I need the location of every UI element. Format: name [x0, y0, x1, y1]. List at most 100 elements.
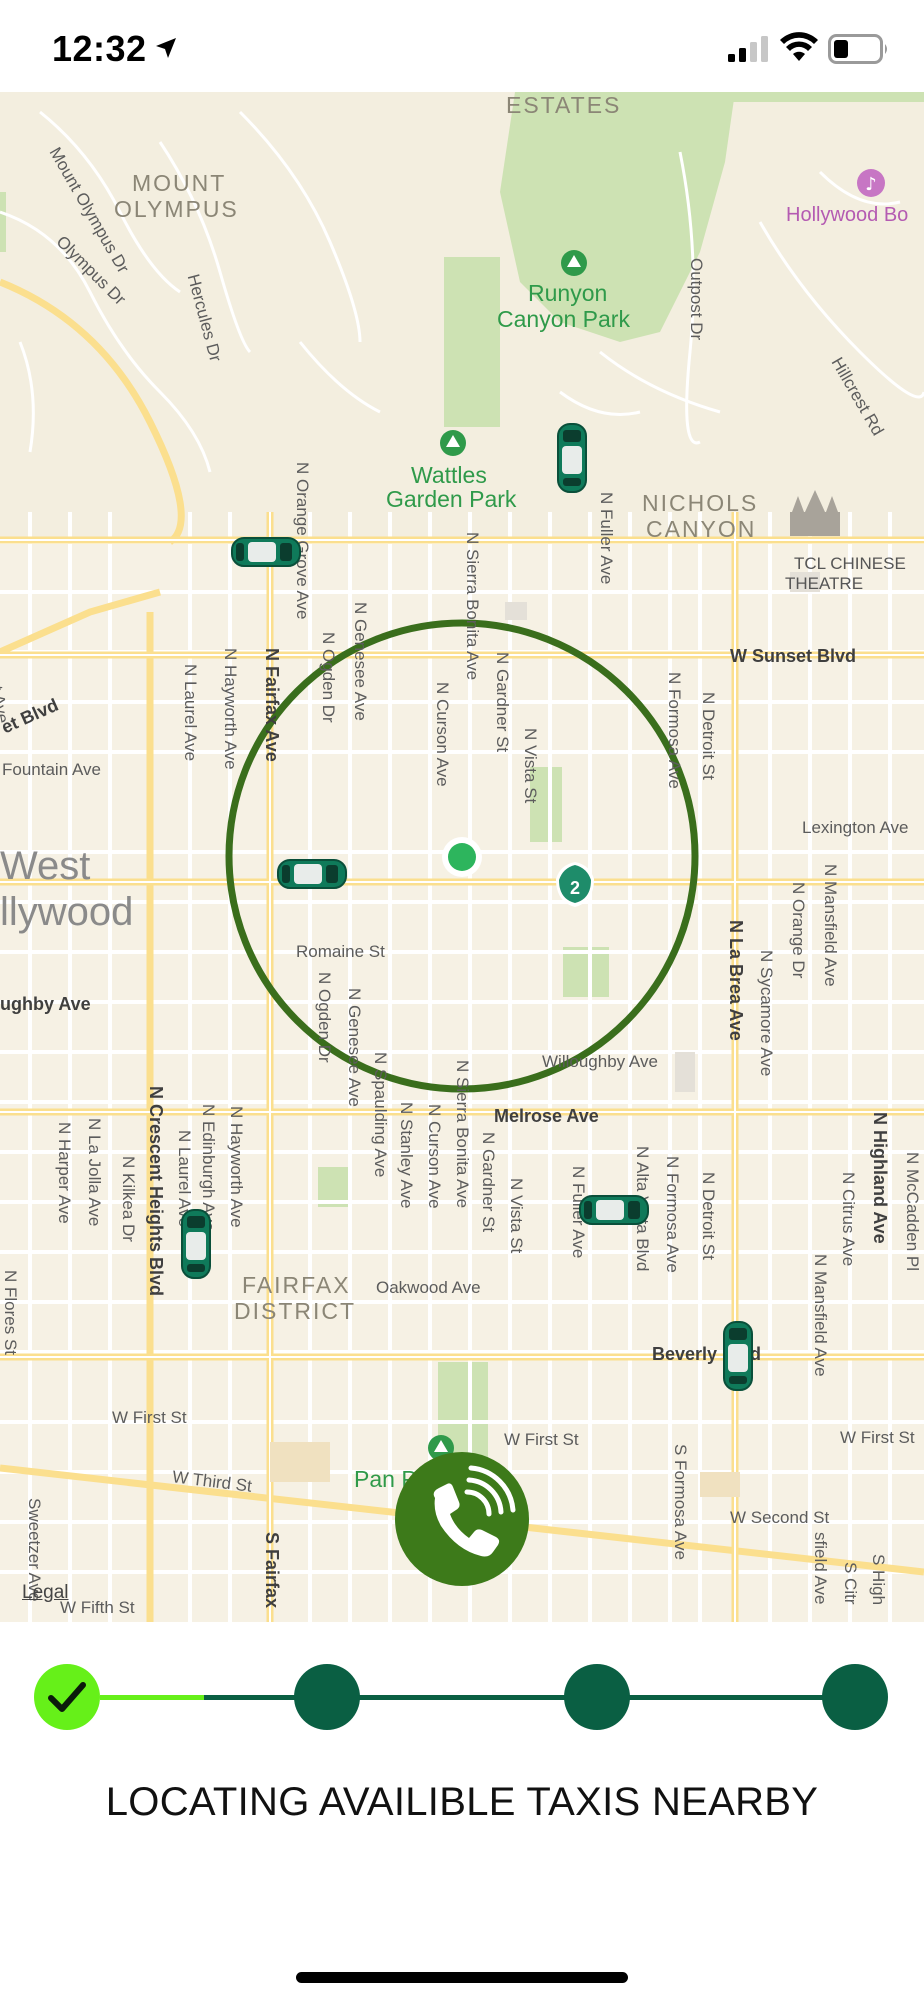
- poi-tcl-line1: TCL CHINESE: [794, 554, 906, 573]
- street-n-genesee-ave-2: N Genesee Ave: [345, 988, 364, 1107]
- street-n-crescent-heights-blvd: N Crescent Heights Blvd: [146, 1086, 166, 1297]
- street-n-mccadden-pl: N McCadden Pl: [903, 1152, 922, 1272]
- district-estates: ESTATES: [506, 92, 622, 118]
- progress-steps: [0, 1622, 924, 1772]
- street-w-fifth-st: W Fifth St: [60, 1598, 135, 1617]
- street-w-sunset-blvd: W Sunset Blvd: [730, 646, 857, 666]
- street-n-hayworth-ave-2: N Hayworth Ave: [227, 1106, 246, 1228]
- street-willoughby-ave-2: Willoughby Ave: [542, 1052, 658, 1071]
- status-time: 12:32: [52, 28, 147, 69]
- status-message: LOCATING AVAILIBLE TAXIS NEARBY: [105, 1780, 819, 1824]
- street-n-curson-ave: N Curson Ave: [433, 682, 452, 787]
- street-n-spaulding-ave: N Spaulding Ave: [371, 1052, 390, 1178]
- street-n-stanley-ave: N Stanley Ave: [397, 1102, 416, 1209]
- street-n-sierra-bonita-ave-2: N Sierra Bonita Ave: [453, 1060, 472, 1209]
- location-arrow-icon: [156, 38, 176, 58]
- street-s-mansfield: sfield Ave: [811, 1532, 830, 1605]
- street-n-highland-ave: N Highland Ave: [870, 1112, 890, 1244]
- checkmark-icon: [48, 1682, 86, 1712]
- district-fairfax-line1: FAIRFAX: [242, 1272, 351, 1298]
- taxi-car-icon[interactable]: [276, 856, 348, 892]
- street-melrose-ave: Melrose Ave: [494, 1106, 599, 1126]
- street-n-mansfield-ave: N Mansfield Ave: [821, 864, 840, 987]
- runyon-park-pin: [561, 250, 587, 276]
- street-n-harper-ave: N Harper Ave: [55, 1122, 74, 1224]
- park-runyon-line2: Canyon Park: [497, 306, 630, 332]
- street-oakwood-ave: Oakwood Ave: [376, 1278, 481, 1297]
- user-location-dot: [448, 843, 476, 871]
- district-fairfax-line2: DISTRICT: [234, 1298, 357, 1324]
- park-wattles-line1: Wattles: [411, 462, 487, 488]
- area-west: West: [0, 844, 91, 888]
- svg-text:♪: ♪: [865, 174, 877, 195]
- progress-step-4: [822, 1664, 888, 1730]
- street-s-highland: S High: [869, 1554, 888, 1606]
- street-n-mansfield-ave-2: N Mansfield Ave: [811, 1254, 830, 1377]
- street-w-first-st-left: W First St: [112, 1408, 187, 1427]
- street-lexington-ave: Lexington Ave: [802, 818, 909, 837]
- call-taxi-button[interactable]: [395, 1452, 529, 1586]
- street-n-genesee-ave: N Genesee Ave: [351, 602, 370, 721]
- street-s-citrus: S Citr: [841, 1562, 860, 1605]
- street-n-citrus-ave: N Citrus Ave: [839, 1172, 858, 1267]
- poi-tcl-line2: THEATRE: [784, 574, 864, 593]
- street-n-vista-st: N Vista St: [521, 728, 540, 804]
- cellular-signal-icon: [728, 36, 768, 62]
- wattles-park-pin: [440, 430, 466, 456]
- street-n-vista-st-2: N Vista St: [507, 1178, 526, 1254]
- street-w-first-st-right: W First St: [840, 1428, 915, 1447]
- street-n-la-jolla-ave: N La Jolla Ave: [85, 1118, 104, 1227]
- progress-step-3: [564, 1664, 630, 1730]
- street-outpost-dr: Outpost Dr: [687, 258, 788, 340]
- progress-step-2: [294, 1664, 360, 1730]
- phone-ringing-icon: [433, 1465, 516, 1557]
- map-base: ♪: [0, 92, 924, 1622]
- street-n-curson-ave-2: N Curson Ave: [425, 1104, 444, 1209]
- street-n-hayworth-ave: N Hayworth Ave: [221, 648, 240, 770]
- wattles-park-area: [444, 257, 500, 427]
- street-n-la-brea-ave: N La Brea Ave: [726, 920, 746, 1041]
- taxi-car-icon[interactable]: [230, 534, 302, 570]
- map-view[interactable]: ♪ 2 ESTATES MOUNT OLYMPUS NICHOLS CANYON…: [0, 92, 924, 1622]
- area-hollywood: llywood: [0, 890, 134, 934]
- taxi-car-icon[interactable]: [178, 1208, 214, 1280]
- street-n-gardner-st: N Gardner St: [493, 652, 512, 753]
- street-n-laurel-ave: N Laurel Ave: [181, 664, 200, 762]
- battery-icon: [828, 34, 887, 64]
- progress-step-1: [34, 1664, 100, 1730]
- taxi-car-icon[interactable]: [578, 1192, 650, 1228]
- park-wattles-line2: Garden Park: [386, 486, 517, 512]
- district-nichols-canyon-line2: CANYON: [646, 516, 757, 542]
- street-s-formosa-ave: S Formosa Ave: [671, 1444, 690, 1560]
- street-fountain-ave: Fountain Ave: [2, 760, 101, 779]
- street-n-orange-dr: N Orange Dr: [789, 882, 808, 979]
- route-shield-number: 2: [569, 878, 580, 898]
- street-w-second-st: W Second St: [730, 1508, 830, 1527]
- street-s-fairfax: S Fairfax: [262, 1532, 282, 1609]
- wifi-icon: [780, 32, 818, 61]
- map-legal-link[interactable]: Legal: [22, 1582, 69, 1604]
- street-n-ogden-dr-2: N Ogden Dr: [315, 972, 334, 1063]
- street-n-gardner-st-2: N Gardner St: [479, 1132, 498, 1233]
- district-mount-olympus-line1: MOUNT: [132, 170, 227, 196]
- street-n-sierra-bonita-ave: N Sierra Bonita Ave: [463, 532, 482, 681]
- street-n-detroit-st: N Detroit St: [699, 692, 718, 780]
- taxi-car-icon[interactable]: [720, 1320, 756, 1392]
- music-venue-pin: ♪: [857, 169, 885, 197]
- street-romaine-st: Romaine St: [296, 942, 385, 961]
- street-outpost-dr-text: Outpost Dr: [687, 258, 706, 341]
- street-n-formosa-ave-2: N Formosa Ave: [663, 1156, 682, 1273]
- street-w-first-st-mid: W First St: [504, 1430, 579, 1449]
- street-n-ogden-dr: N Ogden Dr: [319, 632, 338, 723]
- street-n-fuller-ave: N Fuller Ave: [597, 492, 616, 585]
- street-n-flores-st: N Flores St: [1, 1270, 20, 1356]
- taxi-car-icon[interactable]: [554, 422, 590, 494]
- street-n-sycamore-ave: N Sycamore Ave: [757, 950, 776, 1077]
- street-willoughby-ave: ughby Ave: [0, 994, 91, 1014]
- district-nichols-canyon-line1: NICHOLS: [642, 490, 759, 516]
- park-runyon-line1: Runyon: [528, 280, 608, 306]
- progress-line-done: [100, 1695, 204, 1700]
- street-n-kilkea-dr: N Kilkea Dr: [119, 1156, 138, 1242]
- street-n-fairfax-ave: N Fairfax Ave: [262, 648, 282, 762]
- district-mount-olympus-line2: OLYMPUS: [114, 196, 239, 222]
